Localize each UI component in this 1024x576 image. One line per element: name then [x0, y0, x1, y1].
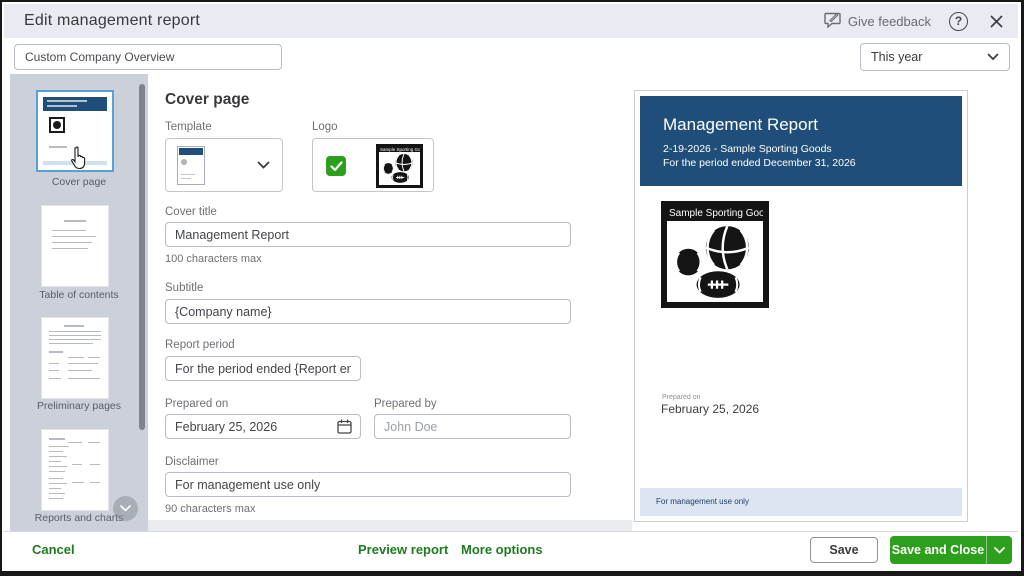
- preview-cover-header: Management Report 2-19-2026 - Sample Spo…: [640, 96, 962, 186]
- report-preview-panel: Management Report 2-19-2026 - Sample Spo…: [634, 90, 968, 522]
- disclaimer-input[interactable]: [165, 472, 571, 497]
- prepared-on-label: Prepared on: [165, 398, 229, 410]
- check-icon: [329, 160, 343, 171]
- logo-field: Sample Sporting Goods: [312, 138, 434, 192]
- sports-balls-icon: [382, 153, 413, 183]
- dialog-frame: Edit management report Give feedback ? C…: [0, 0, 1024, 576]
- preview-subtitle: 2-19-2026 - Sample Sporting Goods: [663, 143, 832, 155]
- thumb-cover-logo: [49, 117, 65, 133]
- chevron-down-icon: [257, 161, 270, 169]
- subtitle-input[interactable]: [165, 299, 571, 324]
- thumbnail-preliminary-pages[interactable]: [42, 318, 108, 398]
- thumb-cover-footer: [43, 161, 107, 165]
- prepared-by-input[interactable]: [374, 414, 571, 439]
- template-select[interactable]: [165, 138, 283, 192]
- chevron-down-icon: [987, 53, 999, 61]
- dialog-header: Edit management report Give feedback ?: [4, 4, 1018, 38]
- disclaimer-label: Disclaimer: [165, 456, 219, 468]
- thumbnail-cover-page[interactable]: [36, 90, 114, 172]
- report-period-label: Report period: [165, 339, 235, 351]
- cover-title-helper: 100 characters max: [165, 253, 262, 265]
- prepared-by-label: Prepared by: [374, 398, 437, 410]
- save-and-close-button[interactable]: Save and Close: [890, 536, 1012, 564]
- logo-preview-small: Sample Sporting Goods: [376, 144, 423, 188]
- save-button[interactable]: Save: [810, 537, 878, 563]
- preview-report-button[interactable]: Preview report: [358, 542, 448, 557]
- form-heading: Cover page: [165, 91, 250, 108]
- preview-prepared-on-value: February 25, 2026: [661, 402, 760, 416]
- period-select[interactable]: This year: [860, 43, 1010, 71]
- sidebar-scrollbar[interactable]: [139, 78, 145, 534]
- save-and-close-dropdown[interactable]: [986, 536, 1012, 564]
- toolbar-row: This year: [4, 38, 1018, 74]
- close-button[interactable]: [986, 11, 1006, 31]
- subtitle-label: Subtitle: [165, 282, 204, 294]
- page-title: Edit management report: [24, 12, 201, 29]
- scroll-thumbnails-down-button[interactable]: [113, 496, 138, 521]
- logo-label: Logo: [312, 121, 338, 133]
- give-feedback-label: Give feedback: [847, 13, 931, 29]
- thumb-cover-header: [43, 97, 107, 111]
- report-name-input[interactable]: [14, 44, 282, 70]
- sports-balls-icon: [674, 225, 750, 298]
- help-button[interactable]: ?: [949, 11, 968, 31]
- preview-disclaimer-bar: For management use only: [640, 488, 962, 516]
- thumbnail-table-of-contents[interactable]: [42, 206, 108, 286]
- disclaimer-helper: 90 characters max: [165, 503, 256, 515]
- preview-prepared-on-label: Prepared on: [662, 394, 701, 401]
- chevron-down-icon: [994, 546, 1005, 554]
- template-label: Template: [165, 121, 212, 133]
- page-thumbnail-sidebar: Cover page Table of contents Preliminary…: [10, 74, 148, 538]
- preview-logo-caption: Sample Sporting Goods: [667, 207, 763, 221]
- chevron-down-icon: [120, 505, 131, 512]
- help-icon: ?: [954, 14, 963, 28]
- period-select-value: This year: [871, 50, 923, 64]
- preview-logo: Sample Sporting Goods: [661, 201, 769, 308]
- cover-title-label: Cover title: [165, 206, 217, 218]
- preview-title: Management Report: [663, 115, 818, 134]
- sidebar-item-cover-page[interactable]: Cover page: [10, 176, 148, 188]
- cancel-button[interactable]: Cancel: [32, 542, 75, 557]
- template-thumbnail-icon: [177, 146, 205, 185]
- close-icon: [989, 14, 1003, 28]
- sidebar-item-preliminary-pages[interactable]: Preliminary pages: [10, 400, 148, 412]
- thumbnail-reports-and-charts[interactable]: [42, 430, 108, 510]
- more-options-button[interactable]: More options: [461, 542, 543, 557]
- give-feedback-button[interactable]: Give feedback: [824, 12, 931, 31]
- preview-report-period: For the period ended December 31, 2026: [663, 157, 856, 169]
- calendar-icon[interactable]: [337, 419, 352, 439]
- sidebar-scrollbar-thumb[interactable]: [139, 84, 145, 430]
- save-and-close-label: Save and Close: [891, 543, 985, 557]
- prepared-on-input[interactable]: [165, 414, 361, 439]
- sidebar-item-table-of-contents[interactable]: Table of contents: [10, 289, 148, 301]
- feedback-bubble-icon: [824, 12, 842, 31]
- logo-checkbox-checked[interactable]: [326, 156, 346, 176]
- cover-title-input[interactable]: [165, 222, 571, 247]
- preview-disclaimer-text: For management use only: [656, 497, 749, 506]
- dialog-footer: Cancel Preview report More options Save …: [4, 531, 1018, 566]
- report-period-input[interactable]: [165, 356, 361, 381]
